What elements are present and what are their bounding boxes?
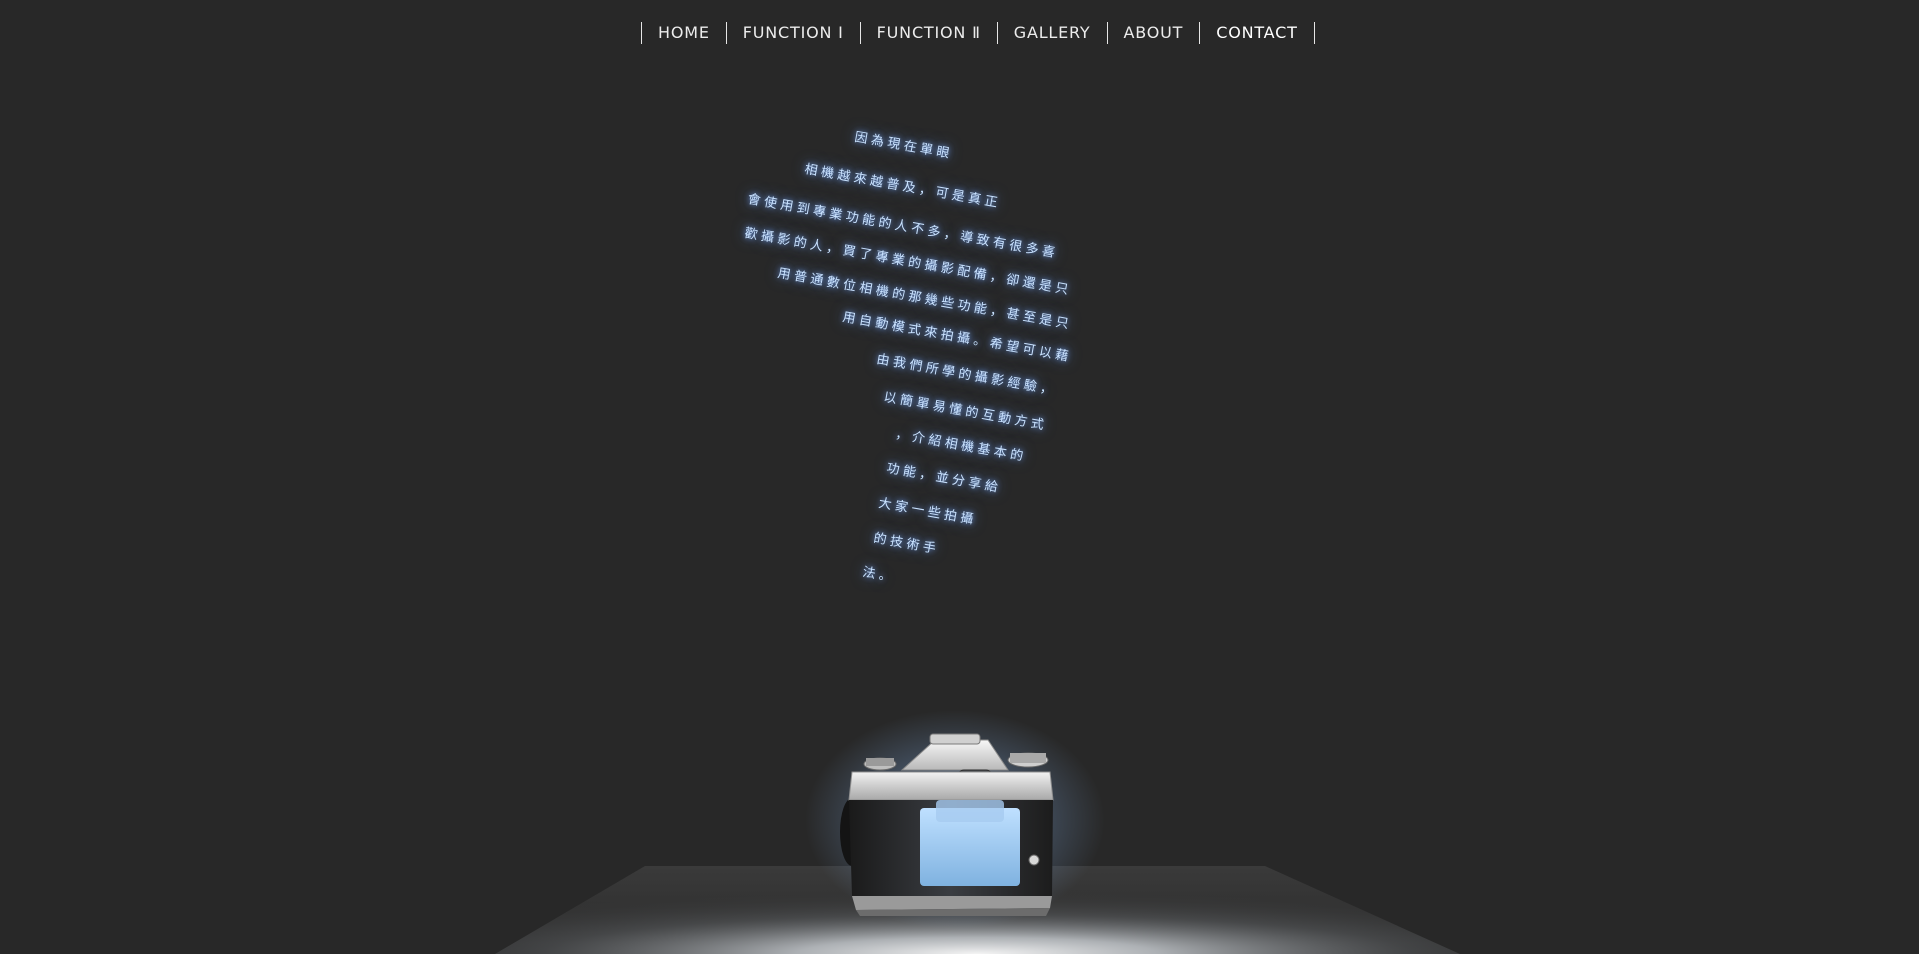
camera-stage bbox=[495, 710, 1460, 954]
camera-icon bbox=[840, 733, 1054, 916]
